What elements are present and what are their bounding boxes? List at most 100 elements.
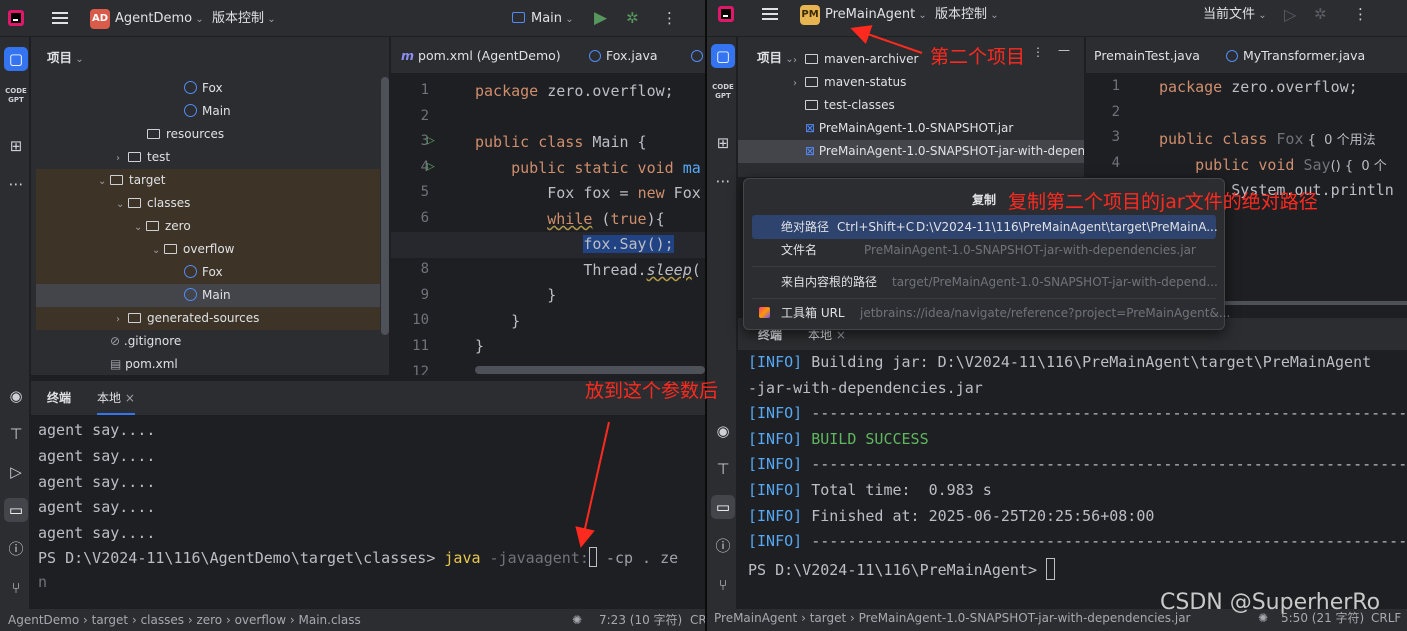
tab-premaintest[interactable]: PremainTest.java: [1094, 37, 1200, 74]
tab-overflow[interactable]: [691, 37, 705, 74]
tree-item-content: Main: [172, 284, 231, 307]
code-editor[interactable]: 123456789101112 ▷ ▷ package zero.overflo…: [391, 75, 705, 375]
structure-icon[interactable]: ⊞: [4, 134, 28, 158]
run-config-selector[interactable]: Main ⌄: [512, 0, 574, 37]
project-switcher[interactable]: AD AgentDemo ⌄: [90, 0, 204, 37]
terminal-output[interactable]: [INFO] Building jar: D:\V2024-11\116\Pre…: [738, 350, 1407, 608]
cmd-wrap: n: [38, 573, 48, 591]
breadcrumb-item[interactable]: zero: [196, 613, 222, 627]
project-switcher[interactable]: PM PreMainAgent ⌄: [800, 0, 927, 33]
tree-item[interactable]: Fox: [36, 261, 380, 284]
tree-item[interactable]: test-classes: [738, 94, 1084, 117]
close-icon[interactable]: ×: [832, 328, 846, 342]
terminal-output[interactable]: agent say.... agent say.... agent say.... a…: [31, 415, 705, 609]
menu-item-toolbox-url[interactable]: 工具箱 URL jetbrains://idea/navigate/refere…: [752, 301, 1230, 325]
ai-status-icon[interactable]: ✺: [572, 609, 582, 631]
log-text: BUILD SUCCESS: [802, 429, 929, 448]
breadcrumb-item[interactable]: Main.class: [299, 613, 361, 627]
tree-scrollbar[interactable]: [381, 77, 389, 335]
run-tool-icon[interactable]: ▷: [4, 460, 28, 484]
tree-item[interactable]: Main: [36, 284, 380, 307]
menu-item-absolute-path[interactable]: 绝对路径 Ctrl+Shift+C D:\V2024-11\116\PreMai…: [752, 215, 1218, 239]
menu-item-value: jetbrains://idea/navigate/reference?proj…: [860, 306, 1231, 320]
project-tree: › maven-archiver › maven-status test-classes…: [738, 52, 1084, 177]
breadcrumb-item[interactable]: AgentDemo: [8, 613, 79, 627]
class-icon: [184, 288, 197, 301]
codegpt-icon[interactable]: CODE GPT: [711, 80, 735, 104]
tree-item[interactable]: ⊠ PreMainAgent-1.0-SNAPSHOT.jar: [738, 117, 1084, 140]
build-icon[interactable]: ⊤: [4, 422, 28, 446]
project-panel: 项目 ⌄ Fox Main resources › test ⌄ target ⌄ classe…: [31, 37, 389, 375]
tree-item[interactable]: › maven-archiver: [738, 48, 1084, 71]
tab-pom-xml[interactable]: m pom.xml (AgentDemo): [401, 37, 561, 74]
main-menu-icon[interactable]: [762, 8, 778, 20]
project-panel-header[interactable]: 项目 ⌄: [47, 47, 84, 66]
tree-item[interactable]: ⌄ overflow: [36, 238, 380, 261]
tree-item[interactable]: › test: [36, 146, 380, 169]
tab-fox-java[interactable]: Fox.java: [589, 37, 658, 74]
breadcrumb-item[interactable]: classes: [141, 613, 184, 627]
problems-icon[interactable]: ⓘ: [711, 534, 735, 558]
tree-item[interactable]: › generated-sources: [36, 307, 380, 330]
chevron-right-icon: ›: [797, 611, 810, 625]
tree-item[interactable]: › maven-status: [738, 71, 1084, 94]
plugins-icon[interactable]: ◉: [711, 419, 735, 443]
tree-item[interactable]: ⌄ target: [36, 169, 380, 192]
debug-icon[interactable]: ✲: [626, 0, 639, 37]
caret-position[interactable]: 7:23 (10 字符): [599, 609, 682, 631]
git-icon[interactable]: ⑂: [4, 576, 28, 600]
project-tool-icon[interactable]: ▢: [4, 47, 28, 71]
run-icon[interactable]: ▶: [594, 0, 607, 37]
tree-item[interactable]: ▤ pom.xml: [36, 353, 380, 375]
breadcrumb-item[interactable]: target: [810, 611, 847, 625]
codegpt-icon[interactable]: CODE GPT: [4, 84, 28, 108]
terminal-tool-icon[interactable]: ▭: [711, 495, 735, 519]
project-tool-icon[interactable]: ▢: [711, 44, 735, 68]
tree-item[interactable]: ⌄ classes: [36, 192, 380, 215]
vcs-menu[interactable]: 版本控制 ⌄: [935, 0, 999, 33]
run-config-label: 当前文件: [1203, 7, 1256, 22]
structure-icon[interactable]: ⊞: [711, 131, 735, 155]
run-gutter-icon[interactable]: ▷: [427, 133, 435, 148]
terminal-line: [INFO] ---------------------------------…: [748, 404, 1407, 422]
plugins-icon[interactable]: ◉: [4, 384, 28, 408]
run-icon[interactable]: ▷: [1284, 0, 1296, 33]
breadcrumb-item[interactable]: PreMainAgent-1.0-SNAPSHOT-jar-with-depen…: [859, 611, 1191, 625]
breadcrumb-item[interactable]: PreMainAgent: [714, 611, 797, 625]
tree-item[interactable]: ⊘ .gitignore: [36, 330, 380, 353]
more-icon[interactable]: ⋮: [1353, 0, 1368, 33]
log-text: Total time: 0.983 s: [802, 481, 992, 499]
tree-item[interactable]: Fox: [36, 77, 380, 100]
line-number: 8: [420, 261, 429, 278]
git-icon[interactable]: ⑂: [711, 573, 735, 597]
run-gutter-icon[interactable]: ▷: [427, 159, 435, 174]
problems-icon[interactable]: ⓘ: [4, 537, 28, 561]
cmd-rest: -cp . ze: [596, 549, 679, 567]
build-icon[interactable]: ⊤: [711, 457, 735, 481]
tree-item[interactable]: ⊠ PreMainAgent-1.0-SNAPSHOT-jar-with-dep…: [738, 140, 1084, 163]
more-tools-icon[interactable]: ⋯: [4, 172, 28, 196]
menu-item-file-name[interactable]: 文件名 PreMainAgent-1.0-SNAPSHOT-jar-with-d…: [752, 238, 1216, 262]
more-icon[interactable]: ⋮: [662, 0, 677, 37]
tree-item[interactable]: ⌄ zero: [36, 215, 380, 238]
main-menu-icon[interactable]: [52, 12, 68, 24]
terminal-title[interactable]: 终端: [47, 381, 71, 415]
tree-item[interactable]: Main: [36, 100, 380, 123]
vcs-menu[interactable]: 版本控制 ⌄: [212, 0, 276, 37]
tree-item-label: PreMainAgent-1.0-SNAPSHOT-jar-with-depen…: [818, 144, 1084, 158]
breadcrumb-item[interactable]: target: [92, 613, 129, 627]
menu-item-content-root-path[interactable]: 来自内容根的路径 target/PreMainAgent-1.0-SNAPSHO…: [752, 270, 1218, 294]
terminal-tool-icon[interactable]: ▭: [4, 498, 28, 522]
more-tools-icon[interactable]: ⋯: [711, 169, 735, 193]
line-separator[interactable]: CR: [690, 609, 705, 631]
breadcrumb-item[interactable]: overflow: [235, 613, 286, 627]
tab-mytransformer[interactable]: MyTransformer.java: [1226, 37, 1365, 74]
run-config-selector[interactable]: 当前文件 ⌄: [1203, 0, 1267, 33]
editor-hscrollbar[interactable]: [475, 366, 705, 374]
tab-local[interactable]: 本地 ×: [97, 381, 135, 415]
debug-icon[interactable]: ✲: [1314, 0, 1327, 33]
close-icon[interactable]: ×: [121, 391, 135, 405]
line-number: 9: [420, 286, 429, 303]
tree-item[interactable]: resources: [36, 123, 380, 146]
tree-item-label: PreMainAgent-1.0-SNAPSHOT.jar: [818, 121, 1014, 135]
